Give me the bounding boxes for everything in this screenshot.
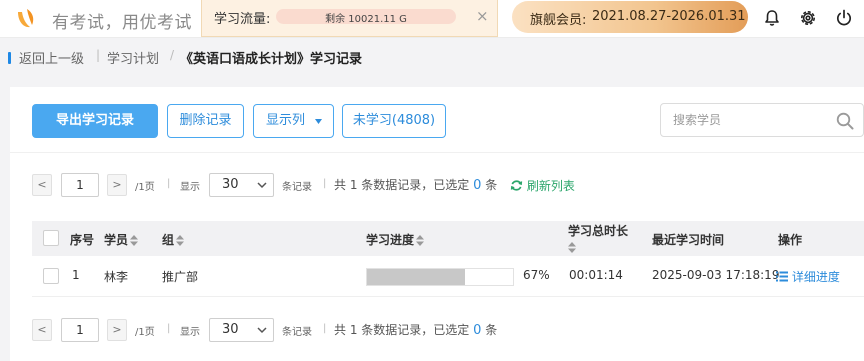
page-size-label: 显示 <box>180 327 200 338</box>
selected-unit: 条 <box>485 323 498 337</box>
breadcrumb-separator: / <box>170 48 175 62</box>
row-index: 1 <box>72 268 80 282</box>
column-header-actions: 操作 <box>778 233 803 247</box>
column-header-group-label: 组 <box>162 233 175 247</box>
row-group: 推广部 <box>162 270 199 284</box>
sort-icon <box>130 235 139 246</box>
refresh-list-button[interactable]: 刷新列表 <box>510 177 575 194</box>
breadcrumb-separator: | <box>96 48 101 62</box>
record-summary: 共 1 条数据记录，已选定 0 条 <box>334 321 497 338</box>
sort-icon <box>176 235 185 246</box>
export-records-button[interactable]: 导出学习记录 <box>32 104 158 138</box>
row-progress-percent: 67% <box>523 268 550 282</box>
next-page-button[interactable]: > <box>107 319 127 341</box>
pager-separator: | <box>167 178 171 189</box>
table-header: 序号 学员 组 学习进度 学习总时长 最近学习时间 操作 <box>32 221 864 256</box>
progress-bar <box>366 268 514 286</box>
vip-badge[interactable]: 旗舰会员: 2021.08.27-2026.01.31 <box>512 1 748 33</box>
column-header-duration-label: 学习总时长 <box>568 224 629 238</box>
page-number-input[interactable] <box>61 318 99 342</box>
prev-page-button[interactable]: < <box>32 319 52 341</box>
delete-records-button[interactable]: 删除记录 <box>167 104 244 138</box>
column-header-last-study: 最近学习时间 <box>652 233 725 247</box>
column-header-duration[interactable]: 学习总时长 <box>568 222 628 253</box>
column-header-group[interactable]: 组 <box>162 231 185 248</box>
records-unit: 条记录 <box>282 327 312 338</box>
columns-dropdown-label: 显示列 <box>266 113 306 128</box>
row-duration: 00:01:14 <box>569 268 623 282</box>
progress-bar-fill <box>367 269 465 285</box>
detail-progress-link[interactable]: 详细进度 <box>776 268 840 285</box>
search-icon[interactable] <box>836 112 854 130</box>
row-divider <box>32 296 864 297</box>
record-summary-text: 共 1 条数据记录，已选定 <box>334 323 470 337</box>
sort-icon <box>568 242 576 253</box>
row-student-name: 林李 <box>104 270 129 284</box>
bell-icon[interactable] <box>762 8 782 28</box>
page-size-select[interactable]: 30 <box>209 173 274 197</box>
divider <box>10 152 864 153</box>
selected-count: 0 <box>473 323 482 338</box>
search-box <box>660 103 864 137</box>
gear-icon[interactable] <box>798 8 818 28</box>
next-page-button[interactable]: > <box>107 174 127 196</box>
refresh-icon <box>510 180 523 191</box>
flow-label: 学习流量: <box>214 12 271 27</box>
power-icon[interactable] <box>834 8 854 28</box>
flow-notice: 学习流量: 剩余 10021.11 G × <box>201 0 498 37</box>
column-header-student-label: 学员 <box>104 233 129 247</box>
record-summary-text: 共 1 条数据记录，已选定 <box>334 178 470 192</box>
list-icon <box>776 271 788 282</box>
unlearned-button[interactable]: 未学习(4808) <box>342 104 446 138</box>
breadcrumb-plan[interactable]: 学习计划 <box>107 48 159 67</box>
column-header-student[interactable]: 学员 <box>104 231 139 248</box>
column-header-index: 序号 <box>70 233 95 247</box>
top-bar: 有考试，用优考试 学习流量: 剩余 10021.11 G × 旗舰会员: 202… <box>0 0 864 38</box>
records-unit: 条记录 <box>282 182 312 193</box>
pagination-bottom: < > /1页 | 显示 30 条记录 | 共 1 条数据记录，已选定 0 条 <box>32 318 632 344</box>
pager-separator: | <box>323 323 327 334</box>
logo-icon <box>18 9 34 28</box>
chevron-down-icon <box>257 327 267 334</box>
prev-page-button[interactable]: < <box>32 174 52 196</box>
refresh-label: 刷新列表 <box>526 179 575 193</box>
pagination-top: < > /1页 | 显示 30 条记录 | 共 1 条数据记录，已选定 0 条 … <box>32 173 632 199</box>
brand-name: 有考试，用优考试 <box>52 13 192 33</box>
vip-label: 旗舰会员: <box>530 13 587 28</box>
select-all-checkbox[interactable] <box>43 230 59 246</box>
pager-separator: | <box>323 178 327 189</box>
selected-unit: 条 <box>485 178 498 192</box>
pager-separator: | <box>167 323 171 334</box>
caret-down-icon <box>315 119 322 124</box>
total-pages: /1页 <box>135 182 155 193</box>
total-pages: /1页 <box>135 327 155 338</box>
page-size-value: 30 <box>222 322 239 337</box>
page-size-value: 30 <box>222 177 239 192</box>
vip-period: 2021.08.27-2026.01.31 <box>592 9 746 24</box>
breadcrumb-marker <box>8 52 11 64</box>
row-last-study-time: 2025-09-03 17:18:19 <box>652 268 780 282</box>
sort-icon <box>416 235 425 246</box>
row-checkbox[interactable] <box>43 268 59 284</box>
close-icon[interactable]: × <box>476 7 489 25</box>
page-size-select[interactable]: 30 <box>209 318 274 342</box>
columns-dropdown[interactable]: 显示列 <box>253 104 334 138</box>
breadcrumb: 返回上一级 | 学习计划 / 《英语口语成长计划》学习记录 <box>0 38 864 78</box>
record-summary: 共 1 条数据记录，已选定 0 条 <box>334 176 497 193</box>
column-header-progress[interactable]: 学习进度 <box>366 231 425 248</box>
search-input[interactable] <box>673 111 833 129</box>
flow-remaining-text: 剩余 10021.11 G <box>325 14 407 25</box>
flow-remaining-bar: 剩余 10021.11 G <box>276 9 456 25</box>
breadcrumb-back[interactable]: 返回上一级 <box>19 48 84 67</box>
page-number-input[interactable] <box>61 173 99 197</box>
chevron-down-icon <box>257 182 267 189</box>
page-title: 《英语口语成长计划》学习记录 <box>180 52 363 67</box>
column-header-progress-label: 学习进度 <box>366 233 415 247</box>
detail-progress-label: 详细进度 <box>791 270 840 284</box>
selected-count: 0 <box>473 178 482 193</box>
page-size-label: 显示 <box>180 182 200 193</box>
